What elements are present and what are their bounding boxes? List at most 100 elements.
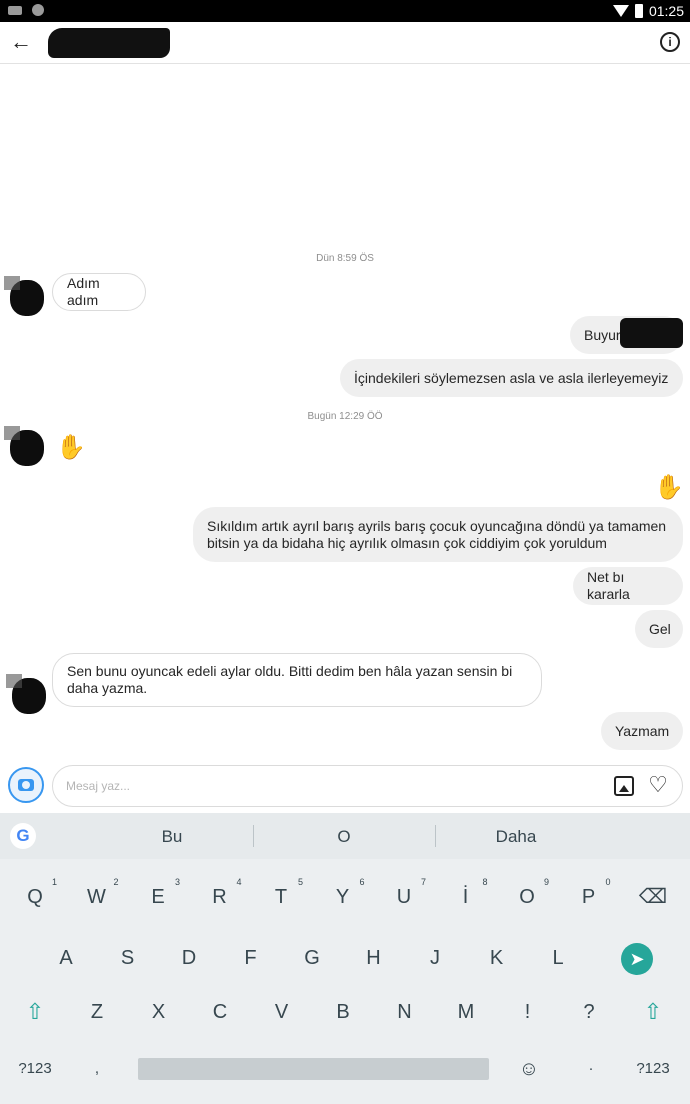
message-bubble-incoming[interactable]: Adım adım <box>52 273 146 311</box>
suggestion-item[interactable]: Bu <box>112 827 232 847</box>
key-hint: 0 <box>605 877 611 887</box>
avatar[interactable] <box>4 426 44 466</box>
key-hint: 7 <box>420 877 426 887</box>
key-label: C <box>212 1001 228 1023</box>
message-bubble-outgoing[interactable]: Gel <box>635 610 683 648</box>
key-?[interactable]: ? <box>569 992 609 1032</box>
key-label: N <box>397 1001 412 1023</box>
key-V[interactable]: V <box>262 992 302 1032</box>
key-E[interactable]: E3 <box>138 877 180 917</box>
message-bubble-outgoing[interactable]: Net bı kararla <box>573 567 683 605</box>
key-N[interactable]: N <box>385 992 425 1032</box>
info-icon[interactable]: i <box>660 32 680 52</box>
message-text: Sıkıldım artık ayrıl barış ayrils barış … <box>207 517 667 551</box>
key-F[interactable]: F <box>231 938 271 978</box>
key-hint: 8 <box>482 877 488 887</box>
key-hint: 2 <box>113 877 119 887</box>
message-placeholder: Mesaj yaz... <box>66 779 131 793</box>
key-label: ! <box>524 1001 531 1023</box>
key-label: İ <box>462 886 469 908</box>
key-label: O <box>519 886 535 908</box>
like-heart-icon[interactable]: ✋ <box>56 434 86 462</box>
key-label: R <box>212 886 227 908</box>
redacted-username[interactable] <box>48 28 170 58</box>
key-label: A <box>59 947 73 969</box>
message-bubble-outgoing[interactable]: Yazmam <box>601 712 683 750</box>
suggestion-bar: G Bu O Daha <box>0 813 690 859</box>
key-label: Z <box>90 1001 104 1023</box>
message-bubble-incoming[interactable]: Sen bunu oyuncak edeli aylar oldu. Bitti… <box>52 653 542 707</box>
key-Z[interactable]: Z <box>77 992 117 1032</box>
wifi-icon <box>612 5 629 17</box>
key-Y[interactable]: Y6 <box>323 877 365 917</box>
key-M[interactable]: M <box>446 992 486 1032</box>
symbols-key[interactable]: ?123 <box>15 1049 55 1089</box>
key-İ[interactable]: İ8 <box>446 877 488 917</box>
like-heart-icon[interactable]: ✋ <box>654 474 684 502</box>
camera-icon <box>18 779 34 791</box>
redacted-text <box>620 318 683 348</box>
keyboard-notification-icon <box>8 5 22 15</box>
key-label: B <box>336 1001 350 1023</box>
arrow-left-icon[interactable]: ← <box>10 28 34 56</box>
key-label: F <box>244 947 257 969</box>
key-Q[interactable]: Q1 <box>15 877 57 917</box>
message-bubble-outgoing[interactable]: İçindekileri söylemezsen asla ve asla il… <box>340 359 683 397</box>
message-text: İçindekileri söylemezsen asla ve asla il… <box>354 369 669 386</box>
key-![interactable]: ! <box>508 992 548 1032</box>
suggestion-item[interactable]: Daha <box>456 827 576 847</box>
key-H[interactable]: H <box>354 938 394 978</box>
key-G[interactable]: G <box>292 938 332 978</box>
avatar[interactable] <box>6 674 46 714</box>
key-label: M <box>457 1001 475 1023</box>
thread-header: ← i <box>0 22 690 64</box>
key-X[interactable]: X <box>139 992 179 1032</box>
shift-icon[interactable]: ⇧ <box>633 992 673 1032</box>
key-O[interactable]: O9 <box>507 877 549 917</box>
key-K[interactable]: K <box>477 938 517 978</box>
key-A[interactable]: A <box>46 938 86 978</box>
suggestion-item[interactable]: O <box>284 827 404 847</box>
symbols-key[interactable]: ?123 <box>633 1049 673 1089</box>
key-label: X <box>151 1001 166 1023</box>
key-R[interactable]: R4 <box>200 877 242 917</box>
heart-icon[interactable]: ♡ <box>646 773 670 797</box>
battery-icon <box>634 4 643 18</box>
key-B[interactable]: B <box>323 992 363 1032</box>
gallery-icon[interactable] <box>614 776 634 796</box>
key-C[interactable]: C <box>200 992 240 1032</box>
app-notification-icon <box>32 4 44 16</box>
backspace-icon[interactable]: ⌫ <box>633 877 673 917</box>
message-input[interactable]: Mesaj yaz... ♡ <box>52 765 683 807</box>
period-key[interactable]: · <box>571 1049 611 1089</box>
key-hint: 5 <box>297 877 303 887</box>
space-bar[interactable] <box>138 1058 489 1080</box>
key-label: D <box>181 947 197 969</box>
key-hint: 9 <box>543 877 549 887</box>
key-label: J <box>430 947 440 969</box>
key-T[interactable]: T5 <box>261 877 303 917</box>
key-W[interactable]: W2 <box>77 877 119 917</box>
emoji-icon[interactable]: ☺ <box>509 1049 549 1089</box>
shift-icon[interactable]: ⇧ <box>15 992 55 1032</box>
key-L[interactable]: L <box>538 938 578 978</box>
comma-key[interactable]: , <box>77 1049 117 1089</box>
key-label: H <box>366 947 381 969</box>
key-label: ? <box>583 1001 595 1023</box>
key-P[interactable]: P0 <box>569 877 611 917</box>
key-label: T <box>274 886 288 908</box>
key-U[interactable]: U7 <box>384 877 426 917</box>
key-J[interactable]: J <box>415 938 455 978</box>
key-hint: 4 <box>236 877 242 887</box>
enter-key[interactable]: ➤ <box>621 943 653 975</box>
notification-icons <box>8 4 44 16</box>
timestamp: Dün 8:59 ÖS <box>316 253 374 264</box>
key-label: Y <box>335 886 350 908</box>
key-S[interactable]: S <box>108 938 148 978</box>
key-hint: 6 <box>359 877 365 887</box>
camera-button[interactable] <box>8 767 44 803</box>
message-bubble-outgoing[interactable]: Sıkıldım artık ayrıl barış ayrils barış … <box>193 507 683 562</box>
key-D[interactable]: D <box>169 938 209 978</box>
avatar[interactable] <box>4 276 44 316</box>
google-icon[interactable]: G <box>10 823 36 849</box>
